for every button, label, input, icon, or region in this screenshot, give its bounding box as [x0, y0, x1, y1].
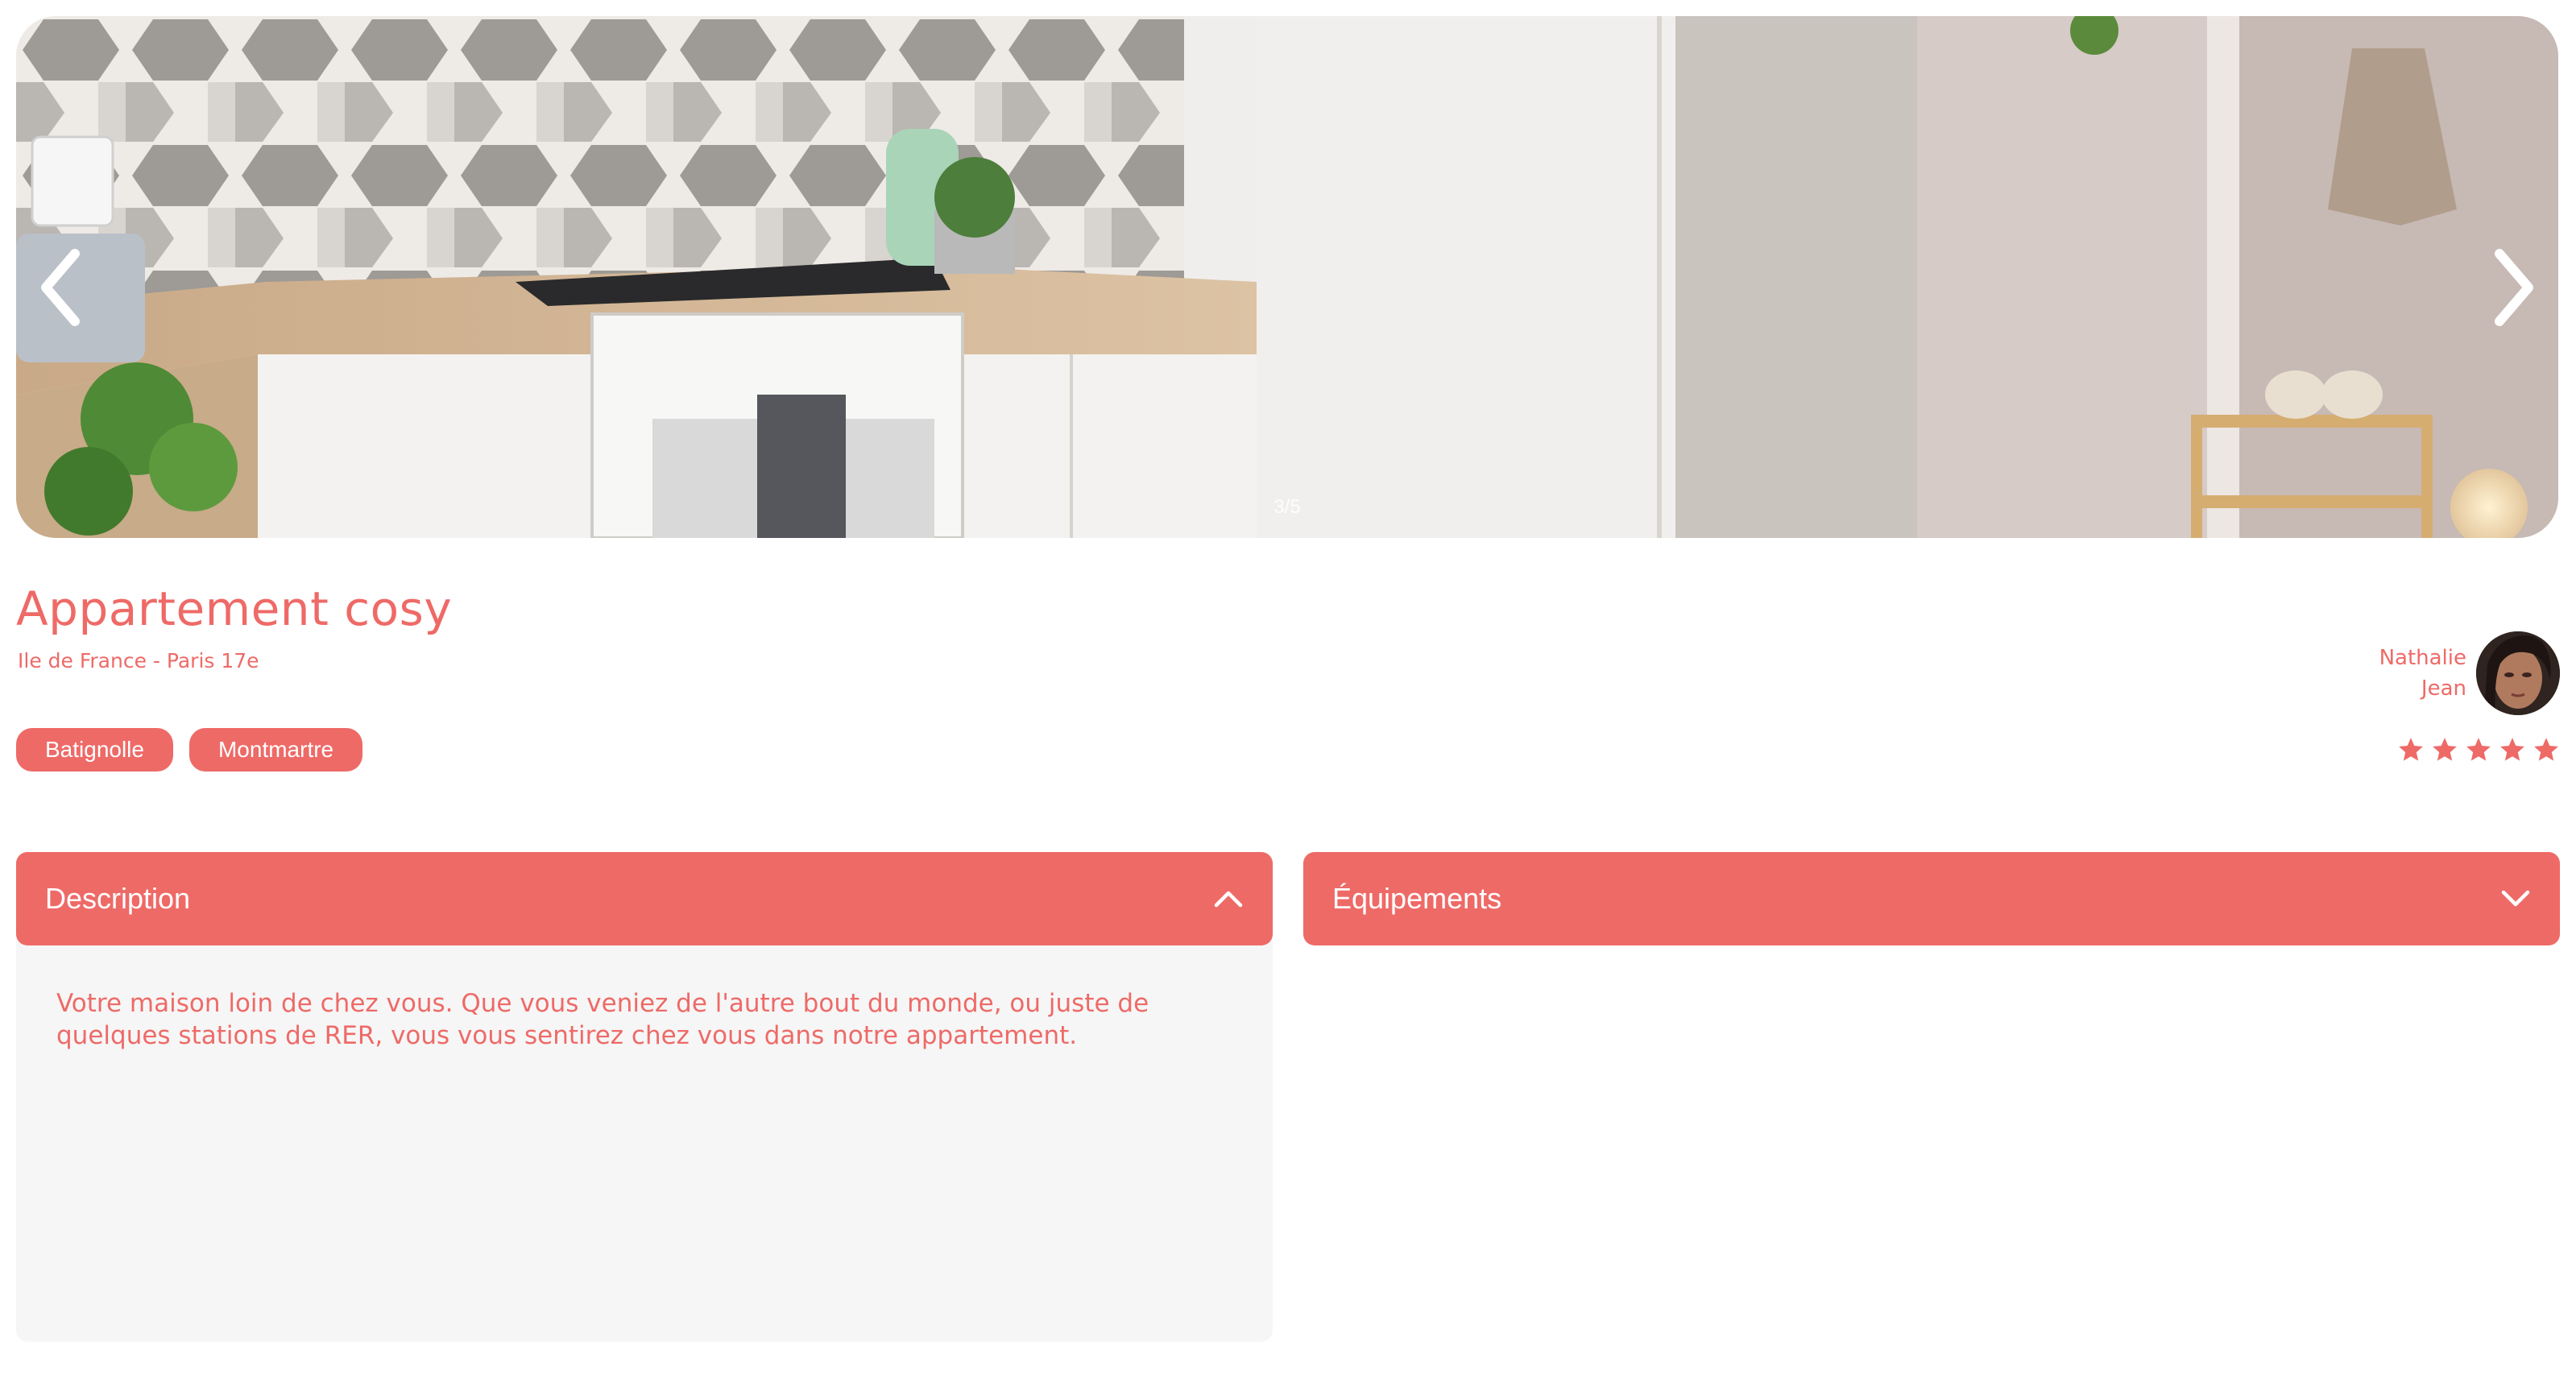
rating — [2397, 736, 2560, 763]
star-icon — [2500, 738, 2524, 761]
description-collapse: Description Votre maison loin de chez vo… — [16, 852, 1273, 1342]
chevron-up-icon[interactable] — [1213, 883, 1244, 914]
star-icon — [2399, 738, 2423, 761]
carousel-photo — [16, 16, 2558, 538]
host-photo — [2476, 631, 2560, 715]
host-name: Nathalie Jean — [2379, 643, 2466, 704]
star-icon — [2534, 738, 2558, 761]
image-carousel: 3/5 — [16, 16, 2558, 538]
chevron-left-icon — [41, 249, 80, 326]
equipments-collapse-title: Équipements — [1332, 882, 1502, 915]
description-text: Votre maison loin de chez vous. Que vous… — [16, 933, 1273, 1342]
listing-location: Ile de France - Paris 17e — [18, 649, 259, 672]
tag: Batignolle — [16, 728, 173, 772]
equipments-collapse: Équipements — [1303, 852, 2560, 945]
star-icon — [2466, 738, 2491, 761]
equipments-collapse-header[interactable]: Équipements — [1303, 852, 2560, 945]
star-icon — [2433, 738, 2457, 761]
listing-page: 3/5 Appartement cosy Ile de France - Par… — [0, 0, 2576, 1390]
chevron-down-icon[interactable] — [2500, 883, 2531, 914]
description-collapse-header[interactable]: Description — [16, 852, 1273, 945]
carousel-counter: 3/5 — [1274, 496, 1301, 518]
description-collapse-title: Description — [45, 882, 191, 915]
host-info: Nathalie Jean — [2379, 631, 2560, 715]
carousel-next-button[interactable] — [2478, 243, 2550, 332]
carousel-prev-button[interactable] — [24, 243, 97, 332]
tag-list: Batignolle Montmartre — [16, 728, 363, 772]
avatar — [2476, 631, 2560, 715]
host-last-name: Jean — [2421, 676, 2466, 701]
listing-title: Appartement cosy — [16, 581, 453, 636]
chevron-right-icon — [2495, 249, 2533, 326]
tag: Montmartre — [188, 728, 363, 772]
host-first-name: Nathalie — [2379, 646, 2466, 670]
